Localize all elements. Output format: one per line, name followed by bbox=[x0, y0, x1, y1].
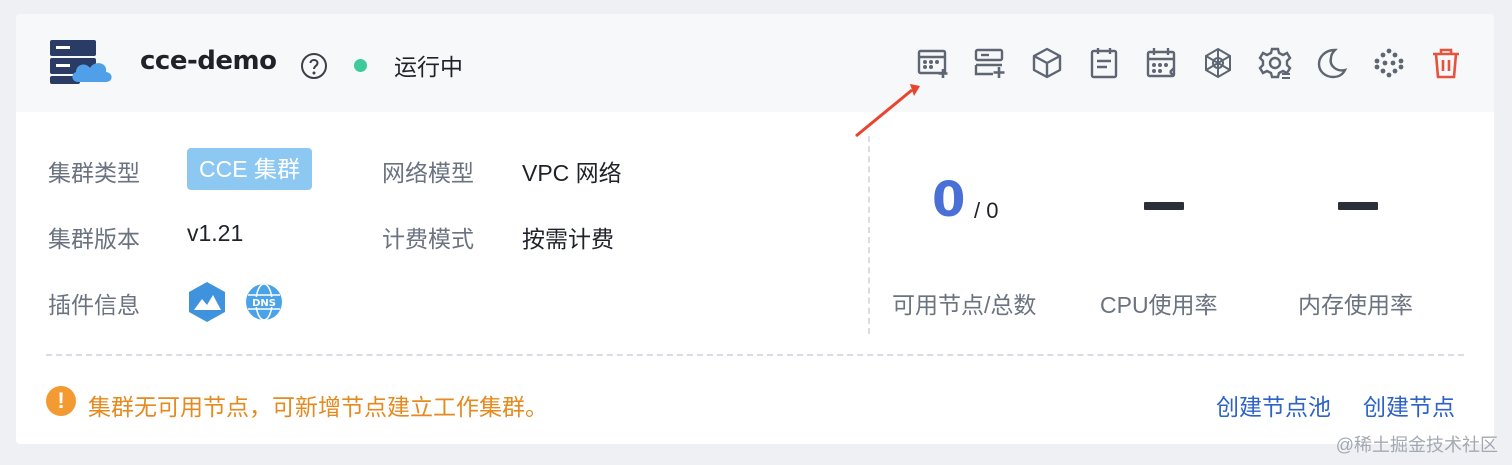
network-hex-icon[interactable] bbox=[1199, 44, 1237, 82]
trash-icon[interactable] bbox=[1427, 44, 1465, 82]
cpu-usage-placeholder bbox=[1144, 202, 1184, 210]
cluster-version-value: v1.21 bbox=[187, 220, 244, 246]
cube-icon[interactable] bbox=[1028, 44, 1066, 82]
add-server-icon[interactable] bbox=[971, 44, 1009, 82]
mountain-hex-icon[interactable] bbox=[187, 280, 227, 324]
help-icon[interactable] bbox=[300, 52, 328, 80]
cluster-name: cce-demo bbox=[140, 46, 277, 76]
cpu-metric-label: CPU使用率 bbox=[1100, 292, 1218, 318]
horizontal-divider bbox=[46, 354, 1464, 356]
status-text: 运行中 bbox=[394, 54, 463, 80]
warning-message: 集群无可用节点，可新增节点建立工作集群。 bbox=[88, 394, 548, 420]
settings-gear-icon[interactable] bbox=[1256, 44, 1294, 82]
cluster-header: cce-demo 运行中 bbox=[16, 14, 1494, 112]
warning-icon: ! bbox=[46, 386, 76, 416]
cluster-card: cce-demo 运行中 集群类型 CCE 集群 网络模型 VPC 网络 集群版… bbox=[16, 14, 1494, 444]
create-node-link[interactable]: 创建节点 bbox=[1363, 388, 1455, 422]
network-model-label: 网络模型 bbox=[382, 160, 474, 186]
status-dot bbox=[354, 59, 367, 72]
total-nodes-count: / 0 bbox=[974, 198, 999, 223]
billing-mode-value: 按需计费 bbox=[522, 226, 614, 252]
annotation-arrow bbox=[855, 84, 920, 138]
watermark: @稀土掘金技术社区 bbox=[1335, 435, 1498, 455]
dots-cluster-icon[interactable] bbox=[1370, 44, 1408, 82]
billing-mode-label: 计费模式 bbox=[382, 226, 474, 252]
nodes-metric-label: 可用节点/总数 bbox=[892, 292, 1037, 318]
memory-usage-placeholder bbox=[1338, 202, 1378, 210]
available-nodes-count: 0 bbox=[932, 172, 966, 228]
dns-globe-icon[interactable]: DNS bbox=[244, 280, 284, 324]
add-grid-icon[interactable] bbox=[914, 44, 952, 82]
calendar-grid-icon[interactable] bbox=[1142, 44, 1180, 82]
document-icon[interactable] bbox=[1085, 44, 1123, 82]
create-node-pool-link[interactable]: 创建节点池 bbox=[1216, 388, 1331, 422]
cluster-server-cloud-icon bbox=[50, 40, 112, 84]
cluster-type-label: 集群类型 bbox=[48, 160, 140, 186]
network-model-value: VPC 网络 bbox=[522, 160, 622, 186]
memory-metric-label: 内存使用率 bbox=[1298, 292, 1413, 318]
cluster-version-label: 集群版本 bbox=[48, 226, 140, 252]
vertical-divider bbox=[868, 136, 870, 334]
addon-info-label: 插件信息 bbox=[48, 292, 140, 318]
svg-text:DNS: DNS bbox=[252, 298, 276, 309]
moon-icon[interactable] bbox=[1313, 44, 1351, 82]
cluster-type-tag: CCE 集群 bbox=[187, 148, 312, 190]
